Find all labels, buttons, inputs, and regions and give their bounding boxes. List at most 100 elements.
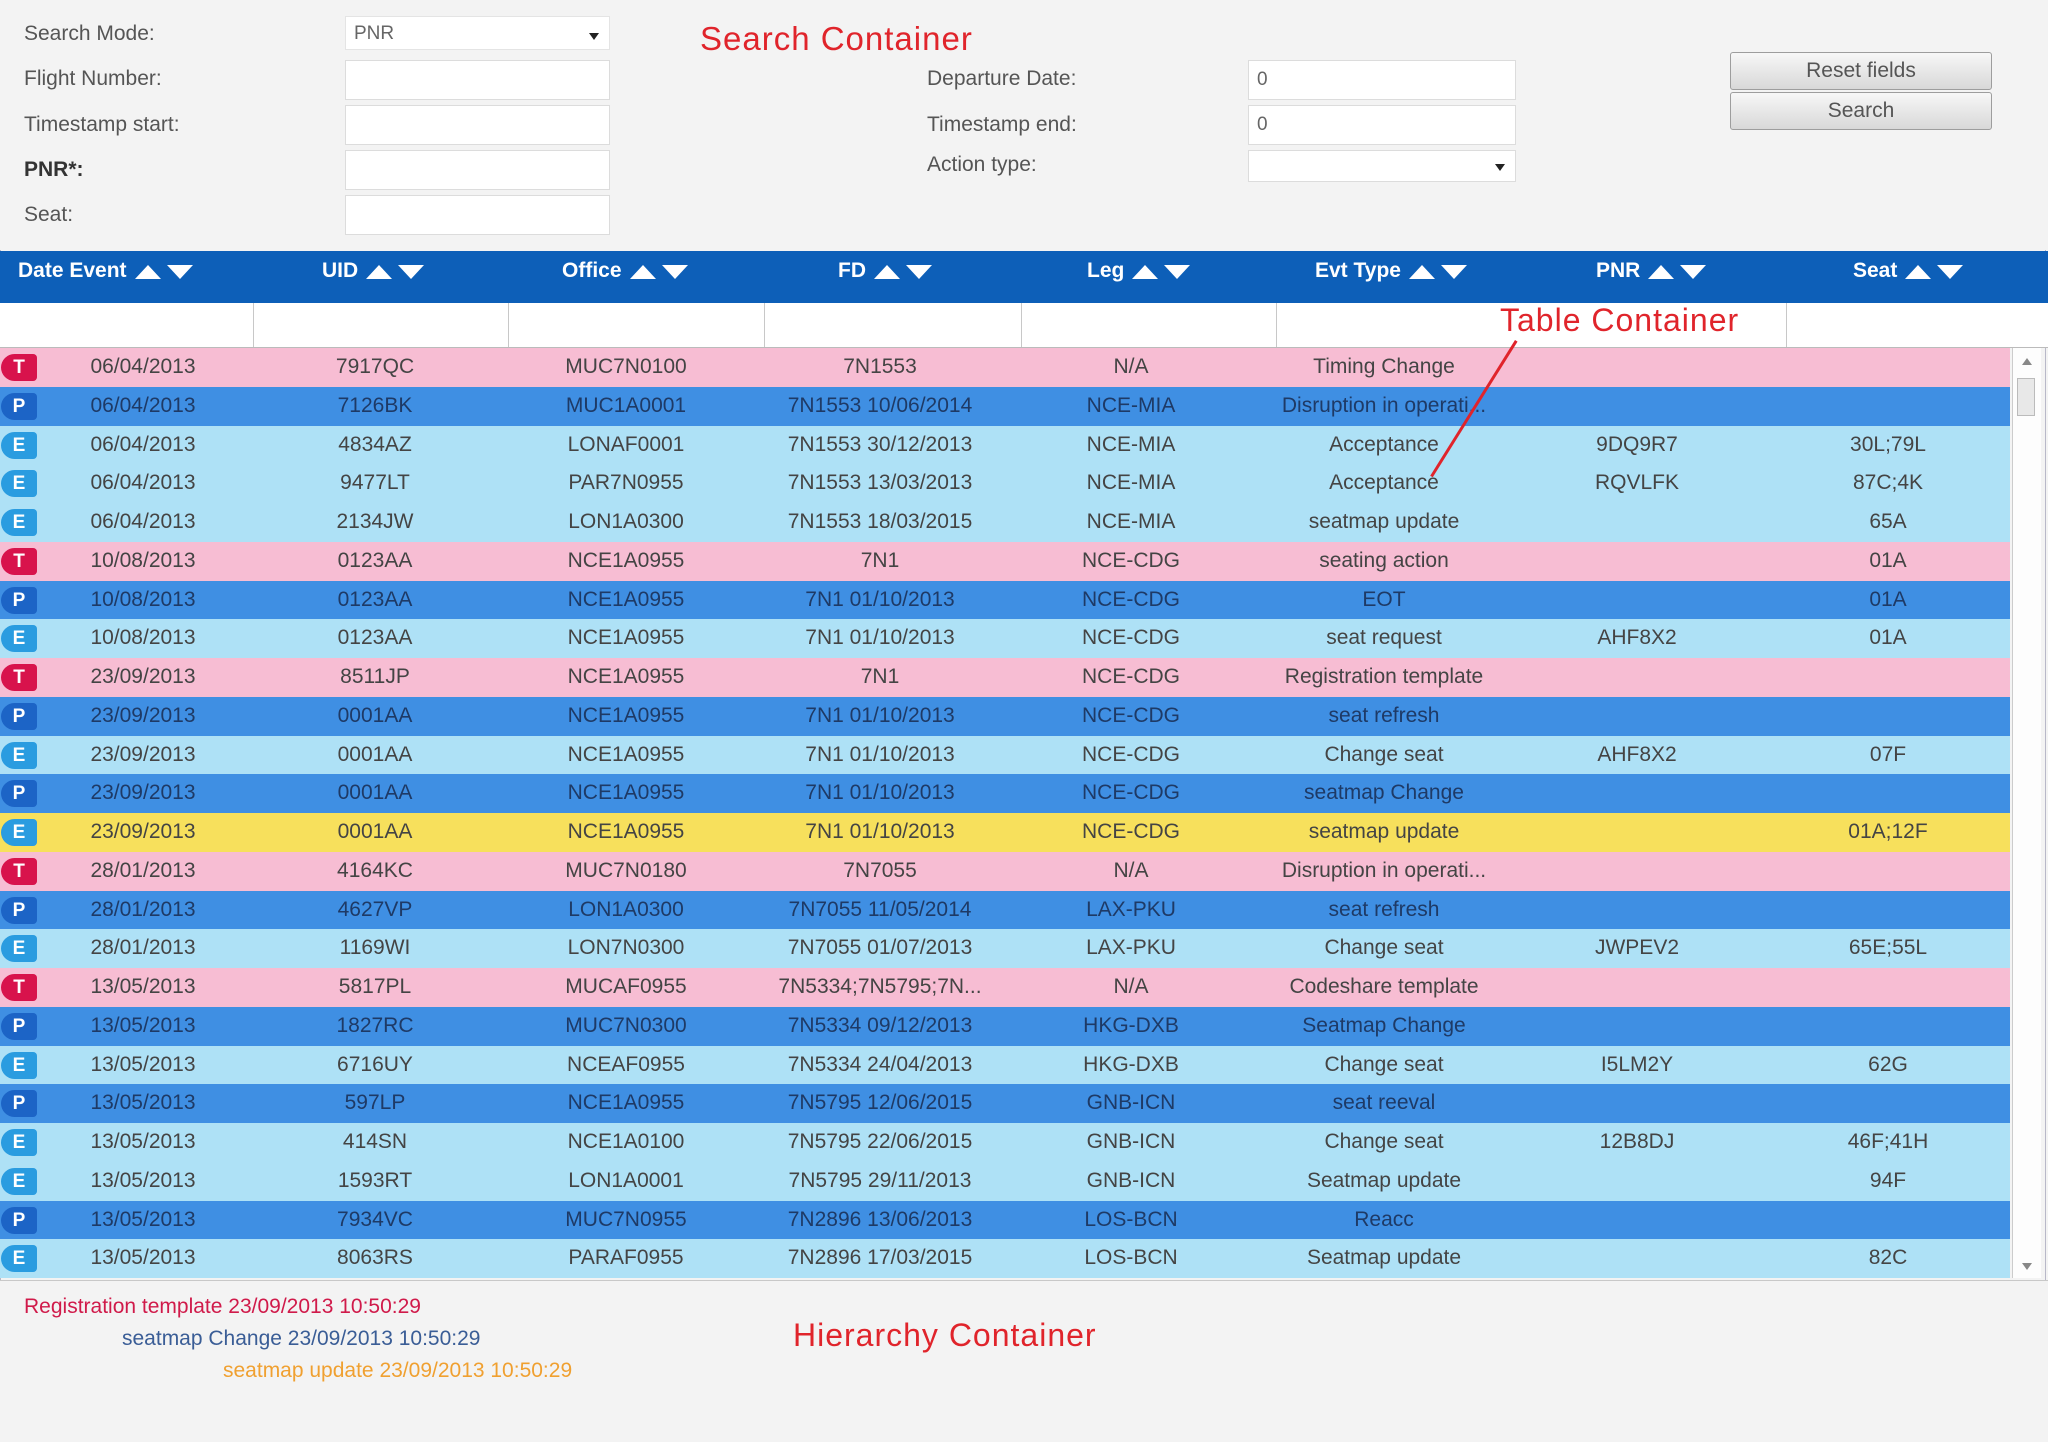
column-header-date-event[interactable]: Date Event xyxy=(18,251,193,303)
reset-fields-button[interactable]: Reset fields xyxy=(1730,52,1992,90)
table-row[interactable]: P 13/05/2013 597LP NCE1A0955 7N5795 12/06/20… xyxy=(0,1084,2010,1123)
scroll-up-icon[interactable] xyxy=(2022,358,2032,365)
column-header-uid[interactable]: UID xyxy=(322,251,425,303)
search-button[interactable]: Search xyxy=(1730,92,1992,130)
column-header-evt-type[interactable]: Evt Type xyxy=(1315,251,1467,303)
cell-leg: N/A xyxy=(1113,975,1149,998)
column-header-leg[interactable]: Leg xyxy=(1087,251,1191,303)
sort-descending-icon[interactable] xyxy=(398,264,425,279)
table-row[interactable]: E 06/04/2013 2134JW LON1A0300 7N1553 18/03/2… xyxy=(0,503,2010,542)
filter-uid[interactable] xyxy=(254,303,509,347)
cell-seat xyxy=(1778,697,1998,736)
cell-seat: 87C;4K xyxy=(1852,471,1924,495)
table-row[interactable]: E 13/05/2013 6716UY NCEAF0955 7N5334 24/04/2… xyxy=(0,1045,2010,1085)
column-header-label: Office xyxy=(562,259,622,282)
table-row[interactable]: P 13/05/2013 7934VC MUC7N0955 7N2896 13/06/2… xyxy=(0,1200,2010,1240)
filter-seat[interactable] xyxy=(1787,303,2048,347)
filter-leg[interactable] xyxy=(1022,303,1277,347)
cell-evt: Acceptance xyxy=(1329,471,1439,495)
cell-uid: 1169WI xyxy=(339,936,411,960)
cell-uid: 1593RT xyxy=(337,1168,413,1192)
table-row[interactable]: E 10/08/2013 0123AA NCE1A0955 7N1 01/10/2013… xyxy=(0,619,2010,658)
cell-office: LON1A0300 xyxy=(568,897,684,921)
scroll-down-icon[interactable] xyxy=(2022,1263,2032,1270)
table-row[interactable]: T 13/05/2013 5817PL MUCAF0955 7N5334;7N5795;… xyxy=(0,968,2010,1007)
sort-descending-icon[interactable] xyxy=(166,264,193,279)
filter-date-event[interactable] xyxy=(0,303,254,347)
cell-uid: 0001AA xyxy=(337,820,413,843)
sort-ascending-icon[interactable] xyxy=(1132,264,1159,279)
cell-uid: 5817PL xyxy=(338,975,412,998)
hierarchy-item[interactable]: Registration template 23/09/2013 10:50:2… xyxy=(24,1295,421,1319)
cell-pnr: 9DQ9R7 xyxy=(1596,432,1678,456)
sort-descending-icon[interactable] xyxy=(1164,264,1191,279)
filter-fd[interactable] xyxy=(765,303,1022,347)
cell-date: 13/05/2013 xyxy=(90,1013,196,1037)
table-row[interactable]: P 10/08/2013 0123AA NCE1A0955 7N1 01/10/2013… xyxy=(0,580,2010,620)
sort-ascending-icon[interactable] xyxy=(874,264,900,279)
table-row[interactable]: E 13/05/2013 414SN NCE1A0100 7N5795 22/06/20… xyxy=(0,1123,2010,1162)
sort-ascending-icon[interactable] xyxy=(1648,264,1675,279)
table-row[interactable]: E 13/05/2013 8063RS PARAF0955 7N2896 17/03/2… xyxy=(0,1239,2010,1278)
table-row[interactable]: P 23/09/2013 0001AA NCE1A0955 7N1 01/10/2013… xyxy=(0,696,2010,736)
table-row[interactable]: T 10/08/2013 0123AA NCE1A0955 7N1 NCE-CDG seat… xyxy=(0,541,2010,581)
table-row[interactable]: E 23/09/2013 0001AA NCE1A0955 7N1 01/10/2013… xyxy=(0,735,2010,775)
table-scrollbar[interactable] xyxy=(2012,348,2041,1278)
cell-leg: LAX-PKU xyxy=(1086,936,1176,960)
action-type-label: Action type: xyxy=(927,153,1037,176)
filter-office[interactable] xyxy=(509,303,765,347)
table-row[interactable]: P 06/04/2013 7126BK MUC1A0001 7N1553 10/06/2… xyxy=(0,386,2010,426)
cell-seat: 65A xyxy=(1869,510,1907,533)
sort-ascending-icon[interactable] xyxy=(366,264,393,279)
sort-ascending-icon[interactable] xyxy=(1408,264,1435,279)
table-row[interactable]: E 06/04/2013 9477LT PAR7N0955 7N1553 13/03/2… xyxy=(0,464,2010,503)
cell-pnr: 12B8DJ xyxy=(1599,1130,1675,1153)
action-type-select[interactable] xyxy=(1248,150,1516,182)
sort-descending-icon[interactable] xyxy=(1440,264,1467,279)
timestamp-start-input[interactable] xyxy=(345,105,610,145)
table-row[interactable]: E 28/01/2013 1169WI LON7N0300 7N7055 01/07/2… xyxy=(0,929,2010,968)
column-header-pnr[interactable]: PNR xyxy=(1596,251,1707,303)
search-mode-select[interactable]: PNR xyxy=(345,16,610,50)
table-row[interactable]: P 23/09/2013 0001AA NCE1A0955 7N1 01/10/2013… xyxy=(0,774,2010,813)
table-row[interactable]: T 06/04/2013 7917QC MUC7N0100 7N1553 N/A Timin… xyxy=(0,348,2010,387)
column-header-fd[interactable]: FD xyxy=(838,251,932,303)
table-row[interactable]: E 23/09/2013 0001AA NCE1A0955 7N1 01/10/2013… xyxy=(0,813,2010,852)
flight-number-input[interactable] xyxy=(345,60,610,100)
column-header-office[interactable]: Office xyxy=(562,251,688,303)
sort-descending-icon[interactable] xyxy=(1937,264,1964,279)
table-row[interactable]: P 28/01/2013 4627VP LON1A0300 7N7055 11/05/2… xyxy=(0,890,2010,930)
cell-fd: 7N7055 11/05/2014 xyxy=(788,897,972,921)
seat-input[interactable] xyxy=(345,195,610,235)
scroll-thumb[interactable] xyxy=(2017,378,2035,416)
hierarchy-item[interactable]: seatmap Change 23/09/2013 10:50:29 xyxy=(122,1327,480,1351)
search-mode-value: PNR xyxy=(354,23,395,44)
sort-ascending-icon[interactable] xyxy=(1905,264,1932,279)
cell-uid: 1827RC xyxy=(336,1013,414,1037)
cell-date: 13/05/2013 xyxy=(90,1130,196,1153)
sort-ascending-icon[interactable] xyxy=(134,264,161,279)
timestamp-end-input[interactable]: 0 xyxy=(1248,105,1516,145)
cell-seat xyxy=(1778,658,1998,697)
sort-descending-icon[interactable] xyxy=(906,264,932,279)
sort-descending-icon[interactable] xyxy=(1680,264,1707,279)
cell-seat xyxy=(1778,1084,1998,1123)
sort-ascending-icon[interactable] xyxy=(629,264,656,279)
cell-evt: seatmap update xyxy=(1308,820,1460,843)
table-row[interactable]: E 06/04/2013 4834AZ LONAF0001 7N1553 30/12/2… xyxy=(0,425,2010,465)
cell-uid: 7126BK xyxy=(337,393,413,417)
hierarchy-item[interactable]: seatmap update 23/09/2013 10:50:29 xyxy=(223,1359,572,1383)
departure-date-input[interactable]: 0 xyxy=(1248,60,1516,100)
column-header-seat[interactable]: Seat xyxy=(1853,251,1964,303)
table-row[interactable]: T 28/01/2013 4164KC MUC7N0180 7N7055 N/A Disru… xyxy=(0,851,2010,891)
sort-descending-icon[interactable] xyxy=(661,264,688,279)
cell-seat xyxy=(1778,1007,1998,1046)
cell-evt: Change seat xyxy=(1324,1052,1444,1076)
pnr-input[interactable] xyxy=(345,150,610,190)
table-row[interactable]: P 13/05/2013 1827RC MUC7N0300 7N5334 09/12/2… xyxy=(0,1006,2010,1046)
sort-controls xyxy=(1648,251,1707,291)
table-row[interactable]: T 23/09/2013 8511JP NCE1A0955 7N1 NCE-CDG Regi… xyxy=(0,658,2010,697)
cell-leg: N/A xyxy=(1113,355,1149,378)
cell-fd: 7N1 01/10/2013 xyxy=(805,781,955,805)
table-row[interactable]: E 13/05/2013 1593RT LON1A0001 7N5795 29/11/2… xyxy=(0,1161,2010,1201)
